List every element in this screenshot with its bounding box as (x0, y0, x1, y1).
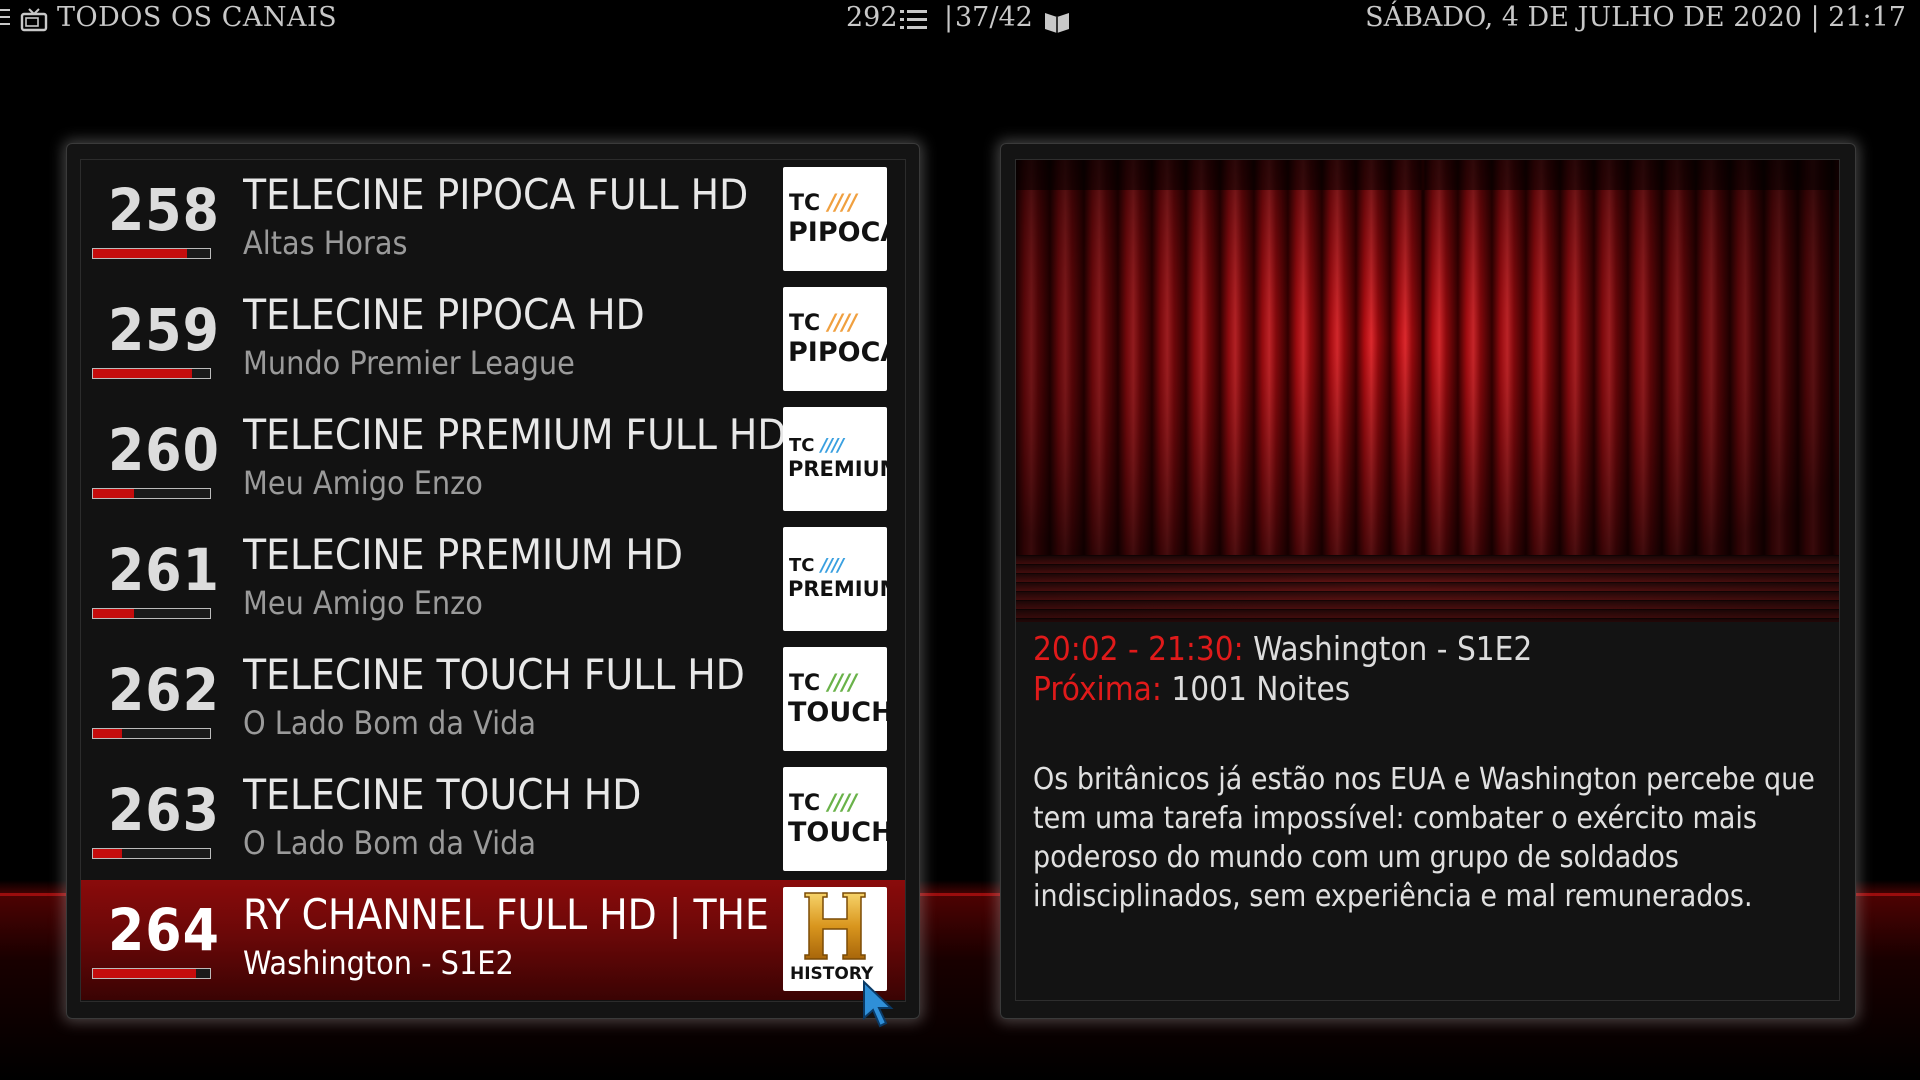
page-indicator: 37/42 (955, 2, 1033, 33)
channel-name: TELECINE PREMIUM FULL HD (243, 410, 787, 459)
program-progress-bar (92, 608, 211, 619)
channel-logo: TC //// TOUCH (783, 767, 887, 871)
channel-name: TELECINE TOUCH HD (243, 770, 642, 819)
current-program: Meu Amigo Enzo (243, 464, 483, 502)
next-title: 1001 Noites (1171, 669, 1351, 708)
channel-number: 258 (108, 176, 220, 244)
program-progress-bar (92, 968, 211, 979)
top-bar: TODOS OS CANAIS 292 | 37/42 SÁBADO, 4 DE… (0, 0, 1920, 40)
current-program: Meu Amigo Enzo (243, 584, 483, 622)
program-progress-bar (92, 368, 211, 379)
now-time-range: 20:02 - 21:30: (1033, 629, 1244, 668)
channel-number: 260 (108, 416, 220, 484)
channel-row-selected[interactable]: 264 RY CHANNEL FULL HD | THE HI Washingt… (81, 880, 905, 1000)
channel-row[interactable]: 260 TELECINE PREMIUM FULL HD Meu Amigo E… (81, 400, 905, 520)
now-title: Washington - S1E2 (1253, 629, 1533, 668)
section-title: TODOS OS CANAIS (57, 2, 338, 33)
channel-number: 263 (108, 776, 220, 844)
now-playing-line: 20:02 - 21:30: Washington - S1E2 (1033, 629, 1532, 668)
channel-row[interactable]: 262 TELECINE TOUCH FULL HD O Lado Bom da… (81, 640, 905, 760)
current-program: Washington - S1E2 (243, 944, 514, 982)
channel-logo: TC //// TOUCH (783, 647, 887, 751)
channel-logo: TC //// PREMIUM (783, 407, 887, 511)
current-program: Altas Horas (243, 224, 408, 262)
channel-name: TELECINE PREMIUM HD (243, 530, 683, 579)
channel-logo: TC //// PIPOCA (783, 287, 887, 391)
channel-logo: TC //// PREMIUM (783, 527, 887, 631)
channel-number: 261 (108, 536, 220, 604)
channel-row[interactable]: 261 TELECINE PREMIUM HD Meu Amigo Enzo T… (81, 520, 905, 640)
program-progress-bar (92, 728, 211, 739)
topbar-separator: | (944, 2, 954, 33)
channel-number: 262 (108, 656, 220, 724)
current-program: O Lado Bom da Vida (243, 704, 537, 742)
program-progress-bar (92, 848, 211, 859)
channel-row[interactable]: 263 TELECINE TOUCH HD O Lado Bom da Vida… (81, 760, 905, 880)
channel-name: TELECINE TOUCH FULL HD (243, 650, 745, 699)
current-program: Mundo Premier League (243, 344, 575, 382)
list-icon (900, 10, 927, 29)
channel-name: RY CHANNEL FULL HD | THE HI (243, 890, 821, 939)
program-plot: Os britânicos já estão nos EUA e Washing… (1033, 762, 1815, 914)
program-progress-bar (92, 488, 211, 499)
history-h-icon (804, 892, 866, 960)
channel-name: TELECINE PIPOCA HD (243, 290, 645, 339)
tv-icon (20, 8, 48, 32)
book-icon (1045, 13, 1069, 33)
channel-name: TELECINE PIPOCA FULL HD (243, 170, 749, 219)
date-time: SÁBADO, 4 DE JULHO DE 2020 | 21:17 (1365, 2, 1906, 33)
channel-row[interactable]: 259 TELECINE PIPOCA HD Mundo Premier Lea… (81, 280, 905, 400)
channel-count: 292 (846, 2, 898, 33)
channel-row[interactable]: 258 TELECINE PIPOCA FULL HD Altas Horas … (81, 160, 905, 280)
next-label: Próxima: (1033, 669, 1162, 708)
channel-list: 258 TELECINE PIPOCA FULL HD Altas Horas … (80, 159, 906, 1002)
channel-number: 264 (108, 896, 220, 964)
current-program: O Lado Bom da Vida (243, 824, 537, 862)
next-program-line: Próxima: 1001 Noites (1033, 669, 1350, 708)
program-artwork (1016, 160, 1839, 622)
channel-logo: HISTORY (783, 887, 887, 991)
program-details: 20:02 - 21:30: Washington - S1E2 Próxima… (1015, 159, 1840, 1001)
channel-number: 259 (108, 296, 220, 364)
menu-icon[interactable] (0, 9, 10, 27)
mouse-cursor-icon (863, 980, 894, 1028)
program-progress-bar (92, 248, 211, 259)
channel-logo: TC //// PIPOCA (783, 167, 887, 271)
